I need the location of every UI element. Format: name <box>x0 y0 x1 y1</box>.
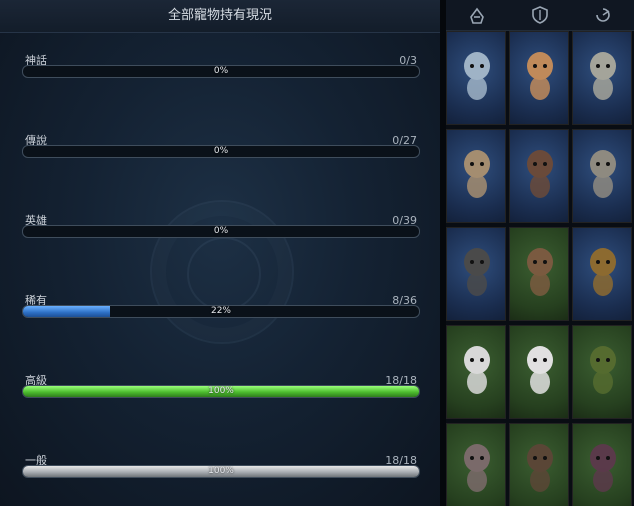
progress-percent: 0% <box>213 146 229 156</box>
pet-card[interactable] <box>572 227 632 321</box>
pet-card[interactable] <box>509 227 569 321</box>
stone-golem-pet-icon <box>583 146 623 202</box>
bearded-warrior-pet-icon <box>520 244 560 300</box>
progress-bar: 22% <box>22 305 420 318</box>
progress-percent: 0% <box>213 66 229 76</box>
rarity-row: 一般 18/18 100% <box>22 452 420 492</box>
rarity-row: 稀有 8/36 22% <box>22 292 420 332</box>
progress-bar: 0% <box>22 225 420 238</box>
pet-card[interactable] <box>509 129 569 223</box>
white-bear-pet-icon <box>457 342 497 398</box>
rarity-row: 英雄 0/39 0% <box>22 212 420 252</box>
tab-shield[interactable] <box>509 0 572 30</box>
progress-bar: 0% <box>22 65 420 78</box>
masked-pet-icon <box>583 440 623 496</box>
beetle-pet-icon <box>583 244 623 300</box>
bear-pet-icon <box>457 146 497 202</box>
viking-pet-icon <box>583 48 623 104</box>
hooded-rogue-pet-icon <box>520 440 560 496</box>
pet-card[interactable] <box>446 423 506 506</box>
pet-card[interactable] <box>572 129 632 223</box>
progress-bar: 100% <box>22 465 420 478</box>
tab-swirl[interactable] <box>571 0 634 30</box>
boar-knight-pet-icon <box>457 244 497 300</box>
pet-card[interactable] <box>446 31 506 125</box>
panel-title: 全部寵物持有現況 <box>0 0 440 33</box>
pet-card[interactable] <box>572 423 632 506</box>
category-tabs <box>446 0 634 31</box>
pet-card[interactable] <box>572 325 632 419</box>
collection-panel: 全部寵物持有現況 神話 0/3 0% 傳說 0/27 0% 英雄 0/39 0% 稀有 8/36 22… <box>0 0 440 506</box>
pet-card[interactable] <box>572 31 632 125</box>
ice-dragon-pet-icon <box>457 48 497 104</box>
progress-bar: 0% <box>22 145 420 158</box>
dwarf-warrior-pet-icon <box>520 48 560 104</box>
swirl-icon <box>595 8 610 22</box>
pet-card[interactable] <box>446 325 506 419</box>
goblin-pet-icon <box>583 342 623 398</box>
rarity-row: 傳說 0/27 0% <box>22 132 420 172</box>
progress-percent: 100% <box>208 386 234 396</box>
bat-pet-icon <box>457 440 497 496</box>
tab-helmet[interactable] <box>446 0 509 30</box>
shield-icon <box>532 6 548 24</box>
pet-card[interactable] <box>509 423 569 506</box>
progress-percent: 100% <box>208 466 234 476</box>
progress-bar: 100% <box>22 385 420 398</box>
pet-card[interactable] <box>509 31 569 125</box>
rarity-row: 高級 18/18 100% <box>22 372 420 412</box>
progress-percent: 0% <box>213 226 229 236</box>
white-haired-pet-icon <box>520 342 560 398</box>
pet-card[interactable] <box>446 227 506 321</box>
pet-list-panel <box>446 0 634 506</box>
dark-knight-pet-icon <box>520 146 560 202</box>
pet-card[interactable] <box>446 129 506 223</box>
helmet-icon <box>470 7 485 24</box>
progress-percent: 22% <box>210 306 231 316</box>
rarity-row: 神話 0/3 0% <box>22 52 420 92</box>
pet-card[interactable] <box>509 325 569 419</box>
